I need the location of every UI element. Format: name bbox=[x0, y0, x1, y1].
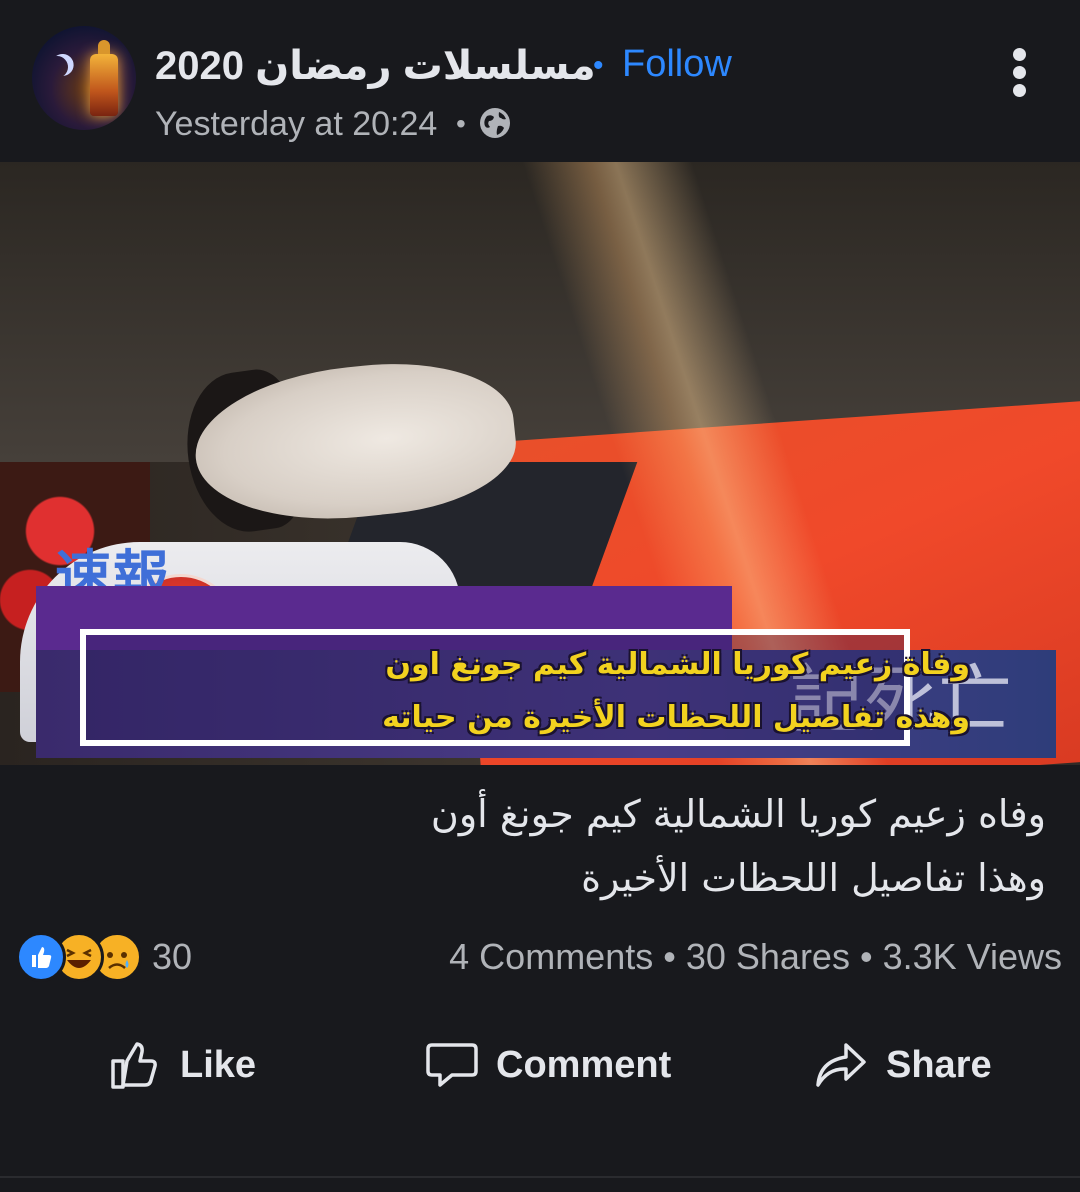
post-text-line-2: وهذا تفاصيل اللحظات الأخيرة bbox=[581, 856, 1046, 900]
like-button[interactable]: Like bbox=[108, 1020, 256, 1110]
post-timestamp[interactable]: Yesterday at 20:24 bbox=[155, 102, 437, 146]
shares-count[interactable]: 30 Shares bbox=[686, 936, 850, 977]
page-name[interactable]: مسلسلات رمضان 2020 bbox=[155, 36, 596, 96]
like-label: Like bbox=[180, 1043, 257, 1086]
post-actions: Like Comment Share bbox=[0, 1020, 1080, 1110]
globe-icon[interactable] bbox=[478, 106, 512, 140]
thumbs-up-icon bbox=[111, 1042, 157, 1089]
timestamp-separator: • bbox=[456, 108, 466, 139]
post-text-line-1: وفاه زعيم كوريا الشمالية كيم جونغ أون bbox=[430, 792, 1046, 836]
post-image[interactable]: 速報 記死亡 وفاة زعيم كوريا الشمالية كيم جونغ… bbox=[0, 162, 1080, 765]
follow-button[interactable]: Follow bbox=[622, 34, 732, 94]
comment-button[interactable]: Comment bbox=[424, 1020, 671, 1110]
stats-separator: • bbox=[859, 936, 873, 977]
bottom-divider bbox=[0, 1176, 1080, 1178]
page-avatar[interactable] bbox=[32, 26, 136, 130]
views-count: 3.3K Views bbox=[882, 936, 1062, 977]
reaction-count[interactable]: 30 bbox=[152, 930, 192, 984]
comment-bubble-icon bbox=[426, 1043, 478, 1087]
post-header: مسلسلات رمضان 2020 • Follow Yesterday at… bbox=[0, 0, 1080, 162]
comment-label: Comment bbox=[496, 1043, 672, 1086]
post-text: وفاه زعيم كوريا الشمالية كيم جونغ أون وه… bbox=[46, 782, 1046, 910]
share-label: Share bbox=[886, 1043, 992, 1086]
more-options-icon[interactable] bbox=[1000, 44, 1040, 100]
engagement-stats: 4 Comments • 30 Shares • 3.3K Views bbox=[449, 930, 1062, 984]
share-button[interactable]: Share bbox=[814, 1020, 992, 1110]
stats-separator: • bbox=[663, 936, 676, 977]
comments-count[interactable]: 4 Comments bbox=[449, 936, 653, 977]
image-caption-line-1: وفاة زعيم كوريا الشمالية كيم جونغ اون bbox=[385, 647, 970, 682]
follow-separator: • bbox=[593, 49, 604, 82]
like-reaction-icon bbox=[16, 932, 66, 982]
facebook-post: مسلسلات رمضان 2020 • Follow Yesterday at… bbox=[0, 0, 1080, 1192]
share-arrow-icon bbox=[816, 1043, 866, 1087]
image-caption-line-2: وهذه تفاصيل اللحظات الأخيرة من حياته bbox=[382, 700, 970, 735]
lantern-icon bbox=[90, 40, 118, 116]
crescent-moon-icon bbox=[43, 53, 71, 81]
